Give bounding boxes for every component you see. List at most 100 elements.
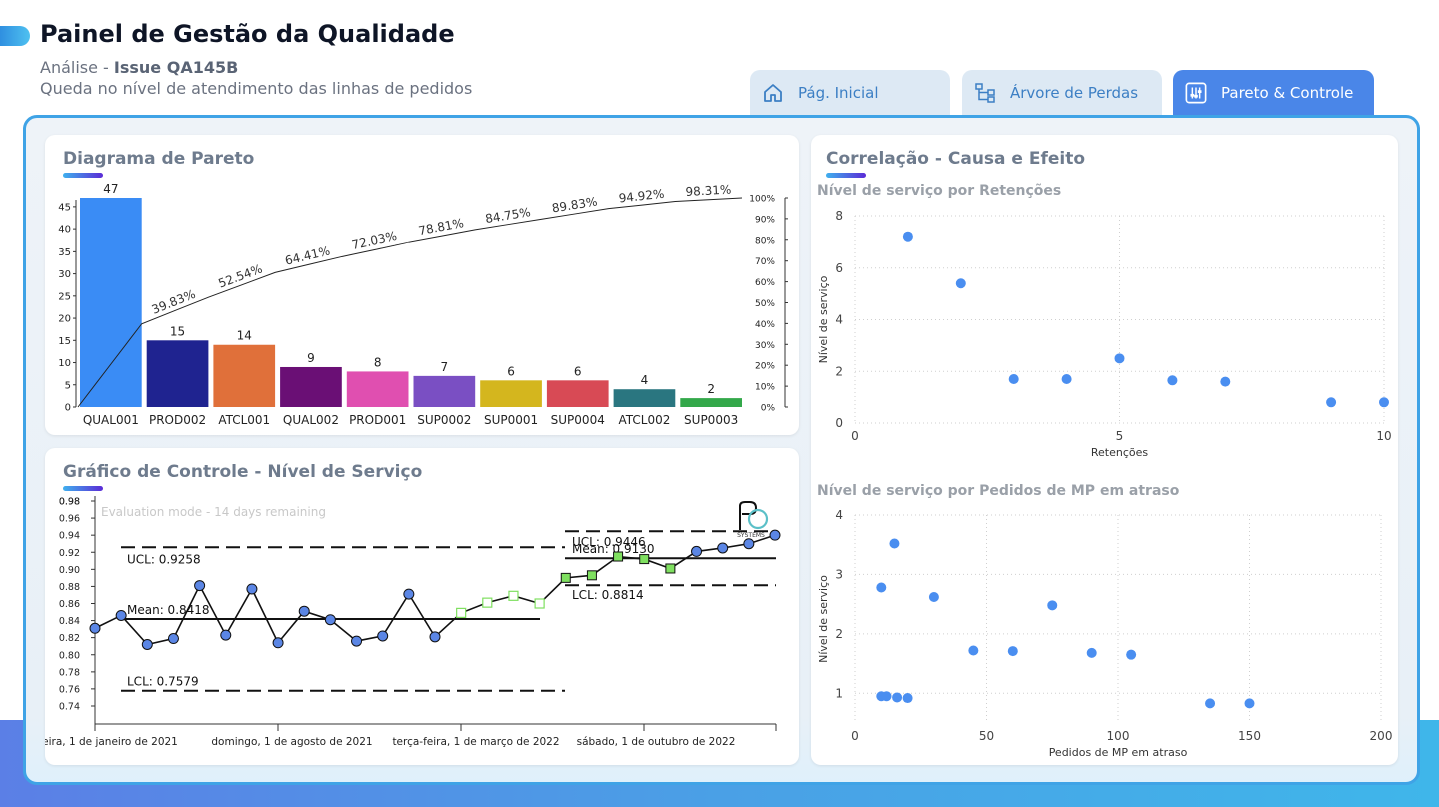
pareto-card: Diagrama de Pareto 0 5 10 15 20 25 30 35 40 45 0% 1… (45, 135, 799, 435)
scatter2-point (889, 538, 900, 549)
page-title: Painel de Gestão da Qualidade (40, 20, 455, 48)
scatter1-y-tick-label: 0 (835, 416, 843, 430)
tab-pareto-control-label: Pareto & Controle (1221, 84, 1354, 102)
control-point-rule-flag (482, 597, 493, 608)
control-y-tick-label: 0.82 (59, 633, 80, 644)
pareto-left-tick-label: 5 (65, 380, 71, 391)
control-point (115, 609, 127, 621)
scatter2-y-tick-label: 4 (835, 508, 843, 522)
control-point (298, 605, 310, 617)
control-point (272, 637, 284, 649)
scatter1-point (1061, 374, 1072, 385)
correlation-card: Correlação - Causa e Efeito Nível de ser… (811, 135, 1398, 765)
pareto-cumulative-label: 52.54% (216, 262, 264, 291)
scatter2-y-tick-label: 2 (835, 627, 843, 641)
scatter1-y-axis-title: Nível de serviço (817, 275, 830, 363)
pareto-bar-value-label: 14 (237, 329, 252, 343)
pareto-category-label: QUAL002 (283, 413, 339, 427)
pareto-category-label: SUP0001 (484, 413, 538, 427)
control-point (691, 545, 703, 557)
scatter2-x-axis-title: Pedidos de MP em atraso (1049, 746, 1188, 759)
pareto-left-tick-label: 25 (58, 291, 71, 302)
scatter2-x-tick-label: 150 (1238, 729, 1261, 743)
control-point-rule-flag (456, 607, 467, 618)
scatter2-point (1126, 649, 1137, 660)
pareto-right-tick-label: 40% (755, 320, 775, 330)
pareto-bar-value-label: 47 (103, 182, 118, 196)
control-point (141, 639, 153, 650)
control-y-tick-label: 0.84 (59, 616, 80, 627)
scatter2-y-axis-title: Nível de serviço (817, 575, 830, 663)
scatter2-point (1007, 646, 1018, 657)
scatter2-y-tick-label: 1 (835, 686, 843, 700)
pareto-bar-value-label: 2 (707, 382, 715, 396)
scatter1-x-tick-label: 10 (1376, 429, 1391, 443)
pareto-left-tick-label: 35 (58, 247, 71, 258)
issue-code: Issue QA145B (113, 58, 239, 77)
pareto-cumulative-label: 39.83% (150, 287, 198, 317)
control-x-tick-label: domingo, 1 de agosto de 2021 (211, 736, 372, 748)
control-chart: Evaluation mode - 14 days remaining 0.74 0… (45, 496, 781, 748)
pareto-cumulative-label: 94.92% (618, 187, 665, 206)
scatter1-point (1379, 397, 1389, 408)
scatter1-point (1008, 374, 1019, 385)
control-point-out-of-control (613, 551, 624, 562)
pareto-cumulative-label: 72.03% (350, 229, 398, 252)
control-y-tick-label: 0.86 (59, 599, 80, 610)
sliders-icon (1185, 82, 1207, 104)
segment1-lcl-label: LCL: 0.7579 (127, 675, 199, 689)
tab-pareto-control[interactable]: Pareto & Controle (1173, 70, 1374, 116)
control-y-tick-label: 0.98 (59, 497, 80, 508)
control-point (89, 622, 101, 634)
pareto-left-tick-label: 45 (58, 202, 71, 213)
pareto-cumulative-label: 89.83% (551, 194, 598, 215)
pareto-bar-value-label: 6 (507, 364, 515, 378)
pareto-left-tick-label: 30 (58, 269, 71, 280)
scatter1-point (1114, 353, 1125, 364)
pareto-cumulative-label: 78.81% (417, 216, 465, 238)
pareto-category-label: QUAL001 (83, 413, 139, 427)
pareto-bar-value-label: 9 (307, 351, 315, 365)
control-x-tick-label: sábado, 1 de outubro de 2022 (577, 736, 736, 748)
control-x-tick-label: eira, 1 de janeiro de 2021 (45, 736, 178, 748)
pareto-right-tick-label: 100% (749, 195, 775, 205)
pareto-left-tick-label: 40 (58, 225, 71, 236)
control-y-tick-label: 0.92 (59, 548, 80, 559)
tab-loss-tree-label: Árvore de Perdas (1010, 84, 1139, 102)
tree-icon (974, 82, 996, 104)
analysis-prefix: Análise - (40, 58, 114, 77)
control-point (194, 580, 206, 592)
evaluation-watermark: Evaluation mode - 14 days remaining (101, 505, 326, 519)
scatter1-point (1167, 375, 1178, 386)
scatter1-y-tick-label: 2 (835, 364, 843, 378)
pareto-bar-atcl002 (613, 389, 676, 407)
pareto-bar-sup0004 (546, 380, 609, 407)
scatter1-point (1326, 397, 1337, 408)
pareto-category-label: PROD001 (349, 413, 406, 427)
tab-home-label: Pág. Inicial (798, 84, 879, 102)
scatter1-point (1220, 376, 1231, 387)
control-point (351, 635, 363, 647)
scatter2-x-tick-label: 50 (979, 729, 994, 743)
pareto-bar-value-label: 7 (441, 360, 449, 374)
pareto-chart: 0 5 10 15 20 25 30 35 40 45 0% 10% 20% 30% 40% 50% 60% 70… (58, 182, 788, 427)
pareto-bar-value-label: 6 (574, 364, 582, 378)
pareto-bar-value-label: 8 (374, 355, 382, 369)
tab-loss-tree[interactable]: Árvore de Perdas (962, 70, 1162, 116)
scatter2-x-tick-label: 200 (1370, 729, 1393, 743)
pareto-bar-sup0001 (480, 380, 542, 407)
vendor-logo-ring (747, 508, 769, 530)
control-y-tick-label: 0.76 (59, 684, 80, 695)
pareto-bar-prod001 (346, 371, 409, 407)
control-point-rule-flag (508, 590, 519, 601)
scatter1-y-tick-label: 8 (835, 209, 843, 223)
pareto-right-tick-label: 70% (755, 257, 775, 267)
control-y-tick-label: 0.74 (59, 702, 80, 713)
tab-home[interactable]: Pág. Inicial (750, 70, 950, 116)
pareto-category-label: SUP0003 (684, 413, 738, 427)
control-y-tick-label: 0.90 (59, 565, 80, 576)
home-icon (762, 82, 784, 104)
scatter1-x-tick-label: 5 (1116, 429, 1124, 443)
scatter2-x-tick-label: 0 (851, 729, 859, 743)
pareto-bar-qual002 (280, 366, 342, 407)
